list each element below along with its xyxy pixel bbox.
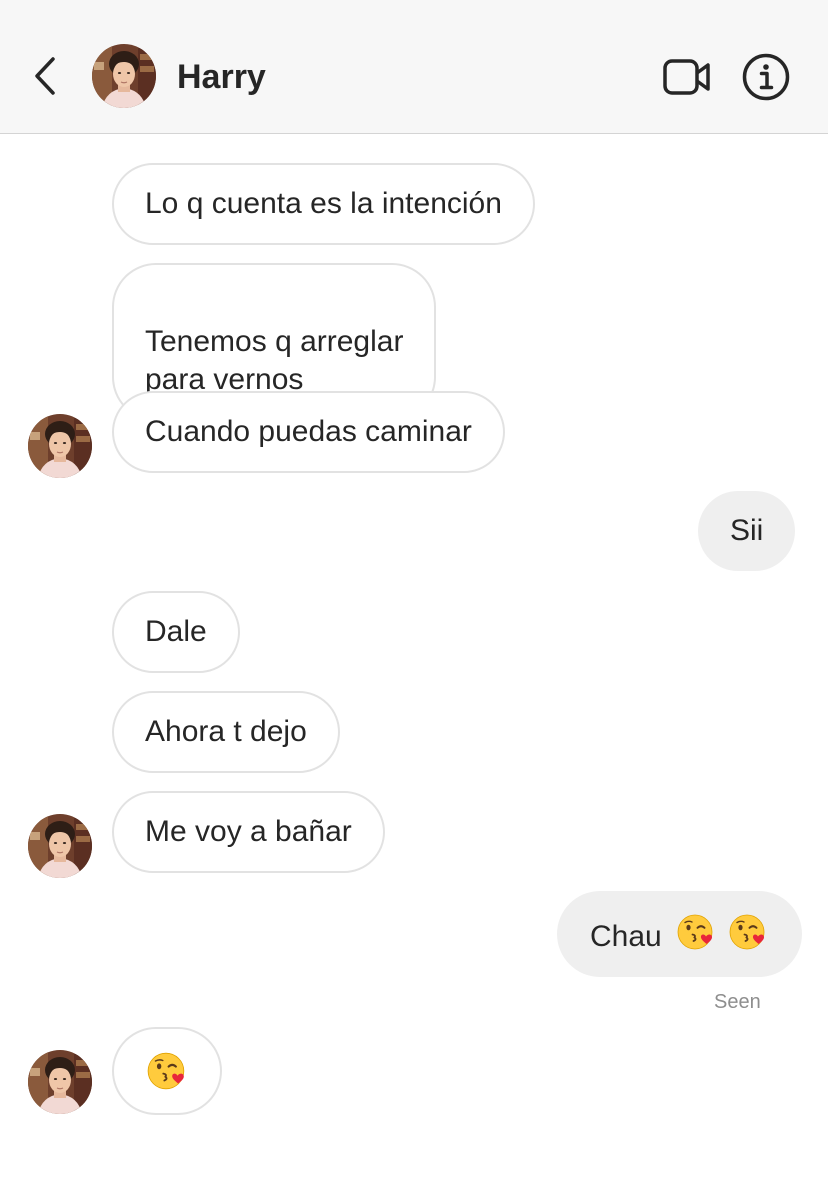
chat-header: Harry bbox=[0, 0, 828, 134]
message-bubble-outgoing[interactable]: Sii bbox=[698, 491, 796, 571]
message-text: Tenemos q arreglar para vernos bbox=[145, 325, 404, 396]
message-text: Dale bbox=[145, 615, 207, 648]
seen-status: Seen bbox=[714, 991, 761, 1013]
message-text: Chau bbox=[590, 920, 662, 953]
contact-avatar-small[interactable] bbox=[28, 414, 92, 478]
contact-name[interactable]: Harry bbox=[177, 58, 266, 96]
message-bubble-incoming[interactable]: Lo q cuenta es la intención bbox=[112, 163, 535, 245]
contact-avatar[interactable] bbox=[92, 44, 156, 108]
message-text: Ahora t dejo bbox=[145, 715, 307, 748]
kissing-heart-emoji bbox=[146, 1050, 188, 1092]
message-text: Lo q cuenta es la intención bbox=[145, 187, 502, 220]
chevron-left-icon bbox=[35, 57, 55, 95]
back-button[interactable] bbox=[22, 52, 68, 100]
video-camera-icon bbox=[663, 59, 710, 95]
contact-avatar-small[interactable] bbox=[28, 1050, 92, 1114]
message-bubble-incoming[interactable] bbox=[112, 1027, 222, 1115]
message-text: Me voy a bañar bbox=[145, 815, 352, 848]
message-bubble-incoming[interactable]: Me voy a bañar bbox=[112, 791, 385, 873]
message-bubble-incoming[interactable]: Ahora t dejo bbox=[112, 691, 340, 773]
kissing-heart-emoji bbox=[728, 912, 768, 952]
video-call-button[interactable] bbox=[660, 55, 714, 99]
info-icon bbox=[742, 53, 790, 101]
info-button[interactable] bbox=[740, 52, 792, 102]
message-bubble-incoming[interactable]: Cuando puedas caminar bbox=[112, 391, 505, 473]
kissing-heart-emoji bbox=[676, 912, 716, 952]
message-text: Cuando puedas caminar bbox=[145, 415, 472, 448]
message-bubble-incoming[interactable]: Dale bbox=[112, 591, 240, 673]
contact-avatar-small[interactable] bbox=[28, 814, 92, 878]
message-bubble-outgoing[interactable]: Chau bbox=[557, 891, 803, 977]
message-text: Sii bbox=[730, 514, 764, 547]
